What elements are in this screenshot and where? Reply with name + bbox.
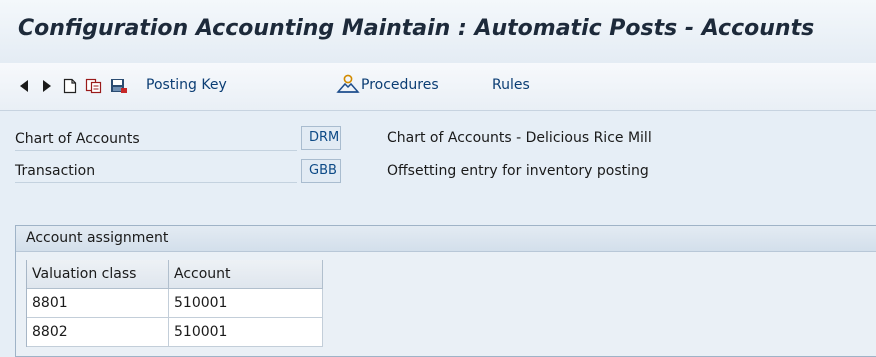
- account-assignment-table: Valuation class Account 8801 510001 8802…: [26, 260, 323, 347]
- application-toolbar: Posting Key Procedures Rules: [0, 63, 876, 111]
- chart-of-accounts-label: Chart of Accounts: [15, 128, 297, 151]
- screen-title: Configuration Accounting Maintain : Auto…: [18, 16, 815, 41]
- valuation-class-cell[interactable]: 8801: [27, 289, 169, 318]
- forward-arrow-icon[interactable]: [39, 76, 55, 96]
- valuation-class-cell[interactable]: 8802: [27, 318, 169, 347]
- chart-of-accounts-description: Chart of Accounts - Delicious Rice Mill: [387, 130, 652, 146]
- transaction-label: Transaction: [15, 160, 297, 183]
- account-assignment-group: Account assignment Valuation class Accou…: [15, 225, 876, 357]
- new-document-icon[interactable]: [61, 76, 79, 96]
- rules-button[interactable]: Rules: [492, 77, 530, 93]
- title-bar: Configuration Accounting Maintain : Auto…: [0, 0, 876, 63]
- back-arrow-icon[interactable]: [16, 76, 32, 96]
- transaction-description: Offsetting entry for inventory posting: [387, 163, 649, 179]
- posting-key-button[interactable]: Posting Key: [146, 77, 227, 93]
- account-cell[interactable]: 510001: [169, 318, 323, 347]
- procedures-button[interactable]: Procedures: [361, 77, 439, 93]
- column-header-valuation-class[interactable]: Valuation class: [27, 260, 169, 289]
- procedures-icon[interactable]: [336, 74, 360, 94]
- account-assignment-title: Account assignment: [16, 226, 876, 252]
- save-icon[interactable]: [109, 76, 129, 96]
- chart-of-accounts-field[interactable]: DRM: [301, 126, 341, 150]
- copy-icon[interactable]: [84, 76, 104, 96]
- table-header-row: Valuation class Account: [27, 260, 323, 289]
- table-row[interactable]: 8802 510001: [27, 318, 323, 347]
- table-row[interactable]: 8801 510001: [27, 289, 323, 318]
- account-cell[interactable]: 510001: [169, 289, 323, 318]
- transaction-field[interactable]: GBB: [301, 159, 341, 183]
- column-header-account[interactable]: Account: [169, 260, 323, 289]
